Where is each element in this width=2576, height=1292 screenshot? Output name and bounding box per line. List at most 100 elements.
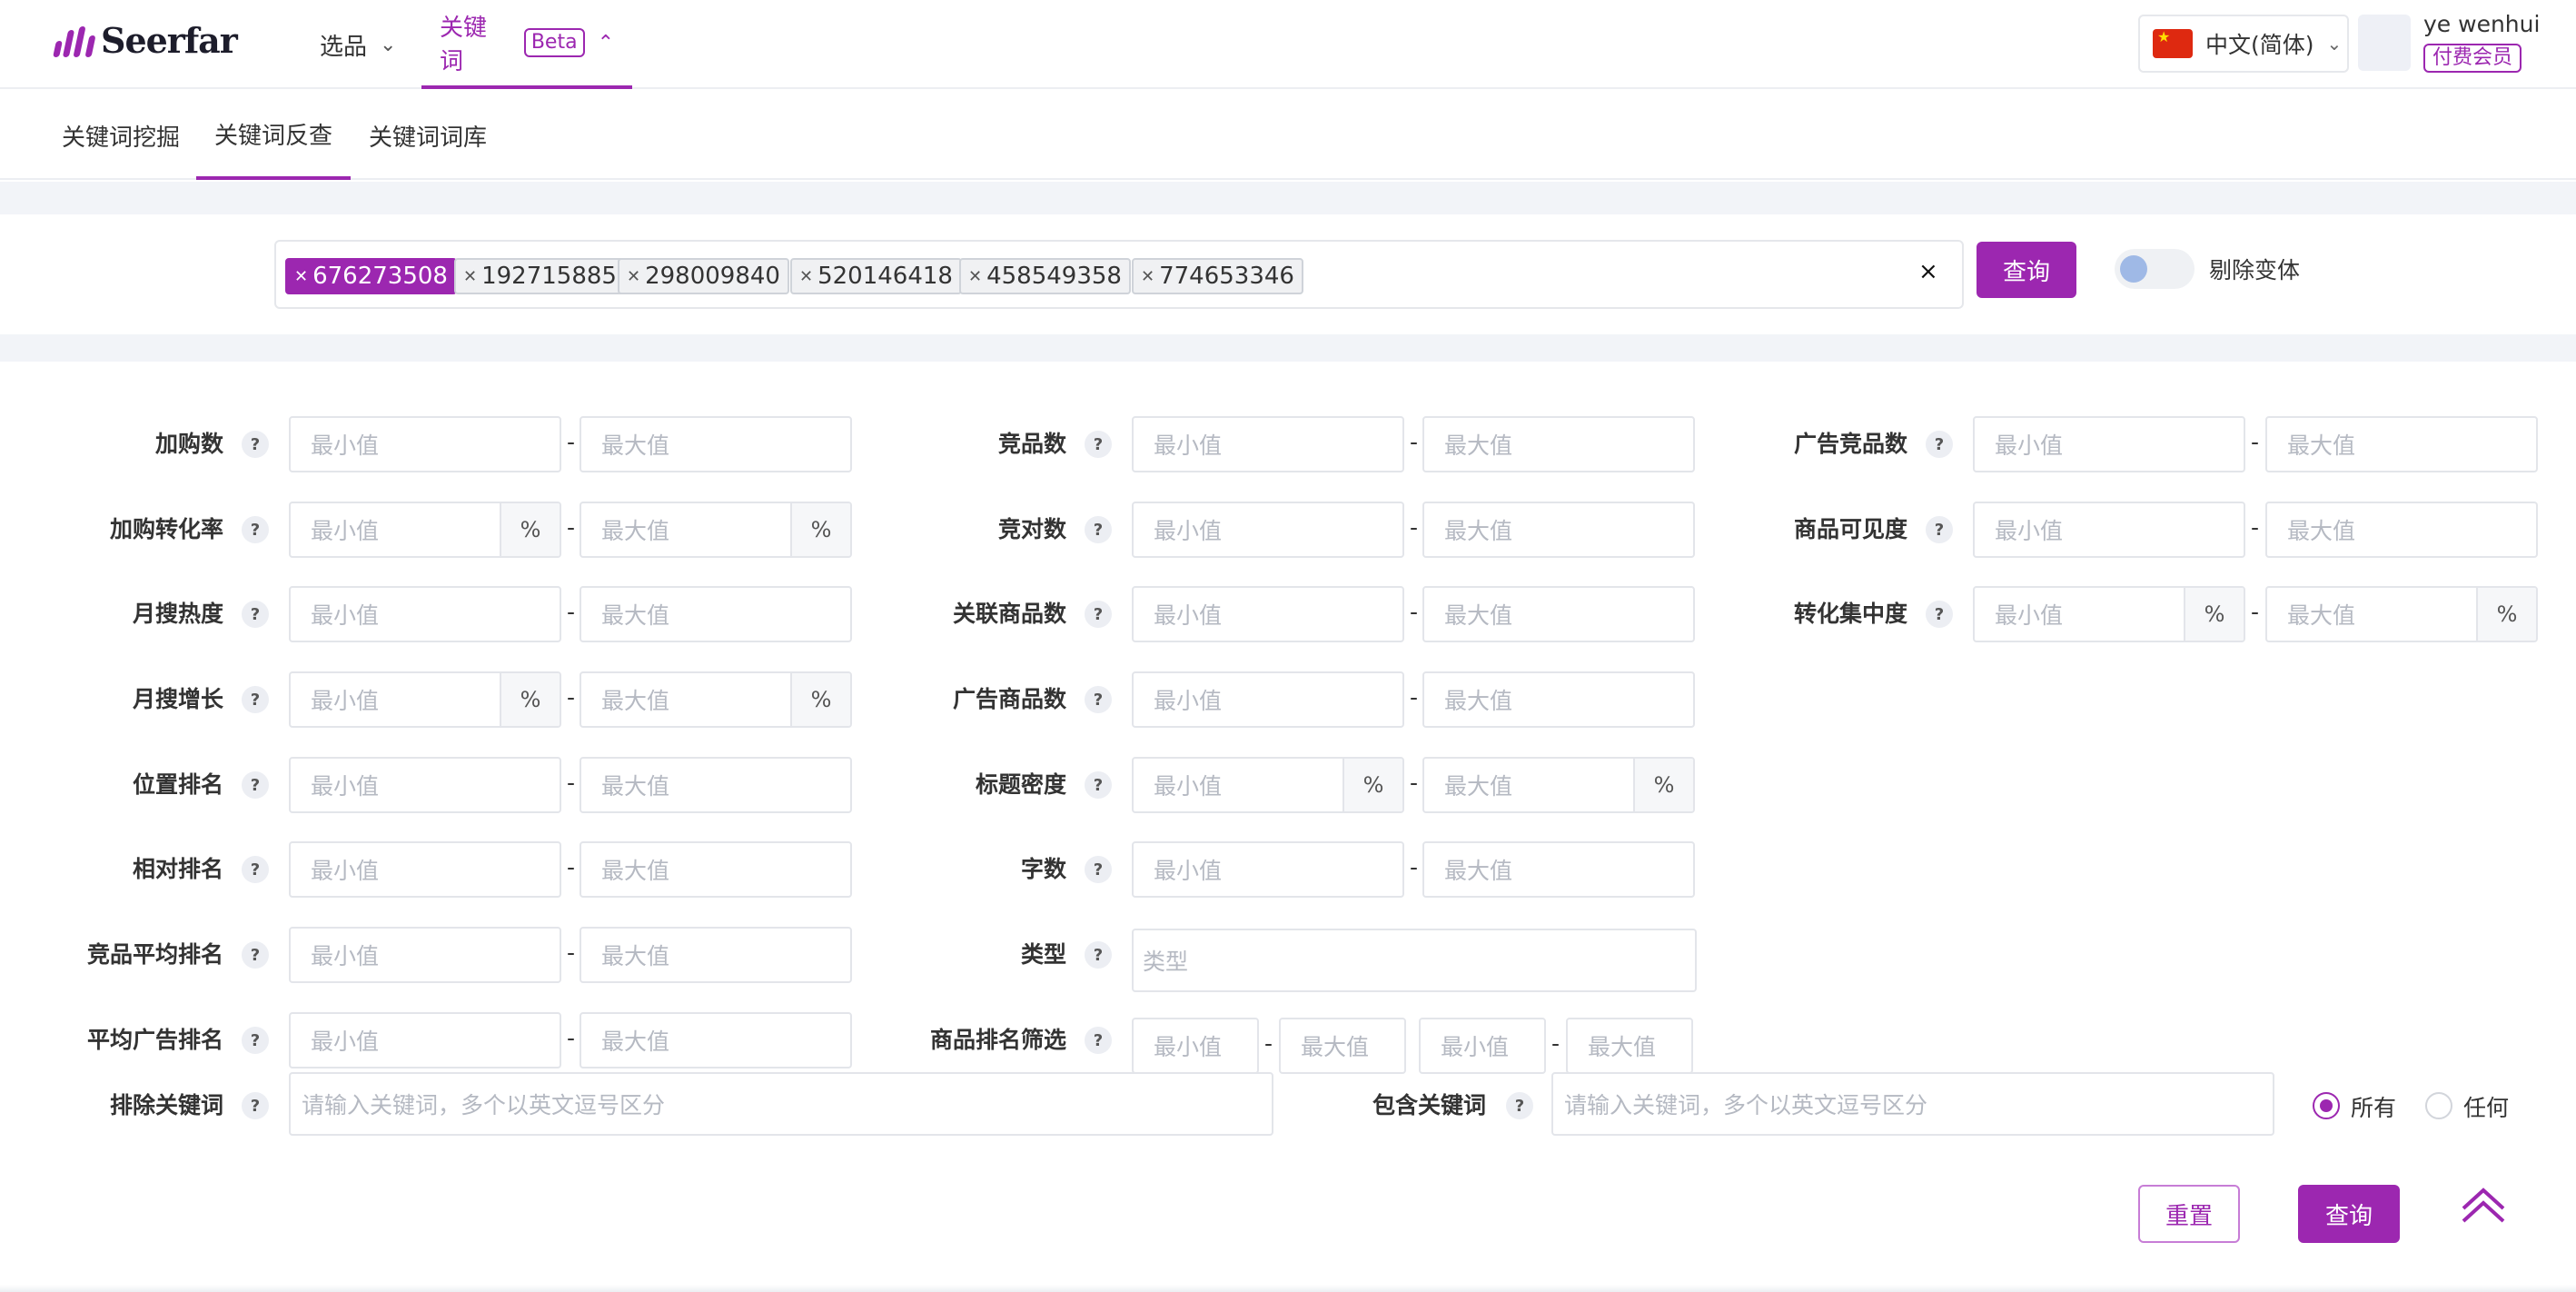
min-value-input[interactable]: 最小值 <box>289 841 561 898</box>
min-value-input[interactable]: 最小值 <box>1973 502 2245 558</box>
help-icon[interactable]: ? <box>1085 431 1112 458</box>
remove-tag-icon[interactable]: ✕ <box>627 267 640 286</box>
search-button[interactable]: 查询 <box>1977 242 2076 298</box>
logo-mark-icon <box>53 25 96 57</box>
double-chevron-up-icon[interactable] <box>2458 1185 2509 1227</box>
max-value-input[interactable]: 最大值 <box>2265 502 2538 558</box>
placeholder-text: 最大值 <box>601 432 670 459</box>
help-icon[interactable]: ? <box>1506 1092 1533 1119</box>
min-value-input[interactable]: 最小值 <box>1132 416 1404 472</box>
asin-tag[interactable]: ✕ 520146418 <box>790 258 962 294</box>
match-all-radio[interactable] <box>2313 1092 2340 1119</box>
max-value-input[interactable]: 最大值 <box>1422 671 1695 728</box>
min-value-input[interactable]: 最小值 <box>1973 416 2245 472</box>
max-value-input[interactable]: 最大值% <box>580 671 852 728</box>
max-value-input[interactable]: 最大值 <box>1422 586 1695 642</box>
asin-tag[interactable]: ✕ 298009840 <box>618 258 789 294</box>
placeholder-text: 最大值 <box>1301 1034 1370 1060</box>
max-value-input[interactable]: 最大值% <box>1422 757 1695 813</box>
placeholder-text: 最大值 <box>601 518 670 544</box>
max-value-input[interactable]: 最大值 <box>580 841 852 898</box>
max-value-input[interactable]: 最大值% <box>580 502 852 558</box>
min-value-input[interactable]: 最小值 <box>289 927 561 983</box>
asin-tag[interactable]: ✕ 458549358 <box>959 258 1131 294</box>
min-value-input[interactable]: 最小值% <box>289 671 561 728</box>
tab-keyword-library[interactable]: 关键词词库 <box>369 91 487 180</box>
min-value-input[interactable]: 最小值% <box>1132 757 1404 813</box>
min-value-input[interactable]: 最小值% <box>1973 586 2245 642</box>
range-separator: - <box>567 939 576 966</box>
type-select[interactable]: 类型 <box>1132 929 1697 992</box>
remove-tag-icon[interactable]: ✕ <box>1141 267 1154 286</box>
nav-keywords[interactable]: 关键词 Beta ⌃ <box>421 0 632 89</box>
help-icon[interactable]: ? <box>242 601 269 628</box>
reset-button[interactable]: 重置 <box>2138 1185 2240 1243</box>
help-icon[interactable]: ? <box>242 856 269 883</box>
percent-suffix: % <box>1633 759 1693 811</box>
max-value-input[interactable]: 最大值 <box>580 1012 852 1068</box>
help-icon[interactable]: ? <box>242 1092 269 1119</box>
remove-tag-icon[interactable]: ✕ <box>968 267 982 286</box>
nav-product-selection[interactable]: 选品 ⌄ <box>320 0 396 89</box>
rank-min-input[interactable]: 最小值 <box>1132 1018 1259 1074</box>
asin-tag-input[interactable]: ✕ 676273508 ✕ 192715885 ✕ 298009840 ✕ 520146… <box>274 240 1964 309</box>
help-icon[interactable]: ? <box>1085 856 1112 883</box>
min-value-input[interactable]: 最小值 <box>1132 841 1404 898</box>
min-value-input[interactable]: 最小值 <box>289 586 561 642</box>
tab-keyword-reverse[interactable]: 关键词反查 <box>196 91 351 180</box>
clear-all-icon[interactable]: × <box>1918 258 1938 285</box>
exclude-variants-toggle[interactable] <box>2115 249 2195 289</box>
help-icon[interactable]: ? <box>242 771 269 799</box>
help-icon[interactable]: ? <box>1085 686 1112 713</box>
asin-tag[interactable]: ✕ 774653346 <box>1132 258 1303 294</box>
remove-tag-icon[interactable]: ✕ <box>294 267 308 286</box>
asin-tag[interactable]: ✕ 192715885 <box>454 258 626 294</box>
max-value-input[interactable]: 最大值 <box>580 416 852 472</box>
help-icon[interactable]: ? <box>1926 431 1953 458</box>
help-icon[interactable]: ? <box>242 516 269 543</box>
help-icon[interactable]: ? <box>1085 771 1112 799</box>
min-value-input[interactable]: 最小值 <box>289 757 561 813</box>
help-icon[interactable]: ? <box>1085 941 1112 969</box>
help-icon[interactable]: ? <box>242 686 269 713</box>
match-any-radio[interactable] <box>2425 1092 2452 1119</box>
rank-max-input[interactable]: 最大值 <box>1279 1018 1406 1074</box>
tab-keyword-mining[interactable]: 关键词挖掘 <box>62 91 180 180</box>
max-value-input[interactable]: 最大值 <box>580 757 852 813</box>
max-value-input[interactable]: 最大值% <box>2265 586 2538 642</box>
min-value-input[interactable]: 最小值 <box>1132 502 1404 558</box>
max-value-input[interactable]: 最大值 <box>2265 416 2538 472</box>
language-selector[interactable]: 中文(简体) ⌄ <box>2138 15 2349 73</box>
min-value-input[interactable]: 最小值 <box>289 1012 561 1068</box>
max-value-input[interactable]: 最大值 <box>580 586 852 642</box>
help-icon[interactable]: ? <box>1085 516 1112 543</box>
help-icon[interactable]: ? <box>242 941 269 969</box>
help-icon[interactable]: ? <box>242 1027 269 1054</box>
min-value-input[interactable]: 最小值 <box>1132 671 1404 728</box>
help-icon[interactable]: ? <box>1926 516 1953 543</box>
include-keywords-input[interactable]: 请输入关键词，多个以英文逗号区分 <box>1551 1072 2274 1136</box>
asin-tag[interactable]: ✕ 676273508 <box>285 258 457 294</box>
max-value-input[interactable]: 最大值 <box>1422 841 1695 898</box>
avatar[interactable] <box>2358 15 2411 71</box>
help-icon[interactable]: ? <box>1926 601 1953 628</box>
max-value-input[interactable]: 最大值 <box>1422 416 1695 472</box>
logo[interactable]: Seerfar <box>53 20 238 61</box>
max-value-input[interactable]: 最大值 <box>580 927 852 983</box>
query-button[interactable]: 查询 <box>2298 1185 2400 1243</box>
min-value-input[interactable]: 最小值% <box>289 502 561 558</box>
remove-tag-icon[interactable]: ✕ <box>799 267 813 286</box>
exclude-keywords-input[interactable]: 请输入关键词，多个以英文逗号区分 <box>289 1072 1273 1136</box>
min-value-input[interactable]: 最小值 <box>289 416 561 472</box>
help-icon[interactable]: ? <box>242 431 269 458</box>
remove-tag-icon[interactable]: ✕ <box>463 267 477 286</box>
min-value-input[interactable]: 最小值 <box>1132 586 1404 642</box>
range-separator: - <box>1264 1030 1273 1057</box>
rank-min-input[interactable]: 最小值 <box>1419 1018 1546 1074</box>
filter-label: 字数 <box>1020 856 1066 882</box>
username[interactable]: ye wenhui <box>2423 11 2540 37</box>
help-icon[interactable]: ? <box>1085 1027 1112 1054</box>
help-icon[interactable]: ? <box>1085 601 1112 628</box>
max-value-input[interactable]: 最大值 <box>1422 502 1695 558</box>
rank-max-input[interactable]: 最大值 <box>1566 1018 1693 1074</box>
